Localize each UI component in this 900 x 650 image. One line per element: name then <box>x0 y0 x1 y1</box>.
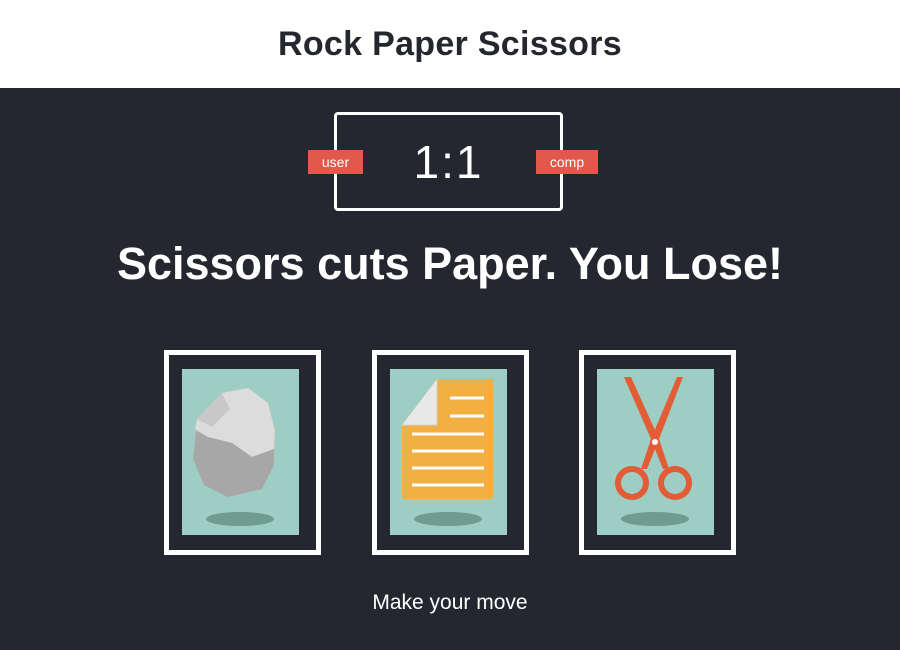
paper-icon <box>390 369 507 535</box>
rock-choice-button[interactable] <box>164 350 321 555</box>
page-title: Rock Paper Scissors <box>278 24 622 63</box>
game-board: 1:1 user comp Scissors cuts Paper. You L… <box>0 88 900 650</box>
page-header: Rock Paper Scissors <box>0 0 900 88</box>
score-display: 1:1 <box>413 135 484 188</box>
result-message: Scissors cuts Paper. You Lose! <box>116 238 784 289</box>
scissors-choice-button[interactable] <box>579 350 736 555</box>
paper-choice-button[interactable] <box>372 350 529 555</box>
scoreboard: 1:1 <box>334 112 563 211</box>
scissors-icon <box>597 369 714 535</box>
move-prompt: Make your move <box>372 591 528 614</box>
comp-badge: comp <box>536 150 598 174</box>
user-badge: user <box>308 150 363 174</box>
rock-icon <box>182 369 299 535</box>
